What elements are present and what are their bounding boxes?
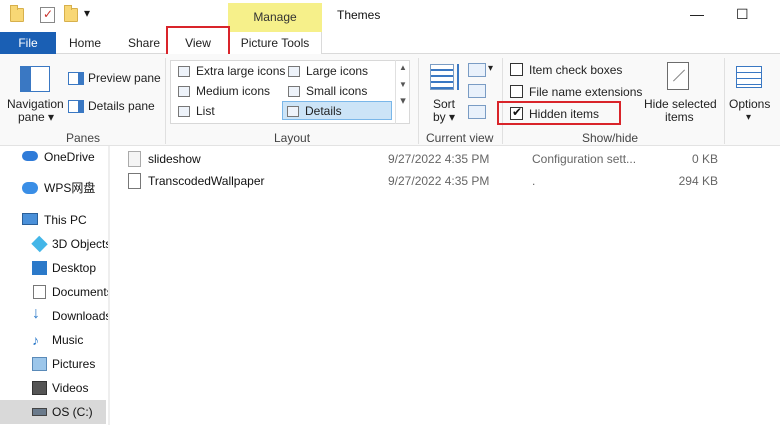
pictures-icon bbox=[32, 357, 47, 371]
config-file-icon bbox=[128, 151, 141, 167]
sort-arrow-icon bbox=[457, 64, 459, 90]
size-columns-to-fit-icon[interactable] bbox=[468, 105, 486, 119]
ribbon-tabs bbox=[0, 32, 780, 54]
group-divider bbox=[418, 58, 419, 144]
extra-large-icons-icon bbox=[178, 66, 190, 77]
3d-objects-icon bbox=[31, 235, 48, 253]
nav-item-videos[interactable]: Videos bbox=[0, 376, 108, 400]
file-name: TranscodedWallpaper bbox=[148, 174, 265, 188]
options-button[interactable]: Options bbox=[729, 98, 770, 111]
folder-icon[interactable] bbox=[64, 5, 78, 22]
file-date: 9/27/2022 4:35 PM bbox=[388, 174, 490, 188]
nav-item-documents[interactable]: Documents bbox=[0, 280, 108, 304]
layout-small-icons[interactable]: Small icons bbox=[284, 82, 367, 101]
file-name-extensions-checkbox[interactable] bbox=[510, 85, 523, 98]
group-divider bbox=[724, 58, 725, 144]
quick-access-dropdown[interactable]: ▾ bbox=[84, 6, 90, 20]
folder-icon[interactable] bbox=[10, 5, 24, 22]
music-icon: ♪ bbox=[32, 332, 39, 348]
group-divider bbox=[165, 58, 166, 144]
wps-cloud-icon bbox=[22, 182, 38, 194]
options-dropdown[interactable]: ▾ bbox=[746, 111, 751, 124]
nav-item-os-c[interactable]: OS (C:) bbox=[0, 400, 106, 424]
layout-list[interactable]: List bbox=[174, 102, 215, 121]
maximize-button[interactable]: ☐ bbox=[736, 6, 749, 23]
window-title: Themes bbox=[337, 8, 381, 22]
layout-gallery-scrollbar[interactable]: ▲ ▼ ▾ bbox=[395, 60, 410, 124]
details-pane-icon[interactable] bbox=[68, 100, 84, 113]
small-icons-icon bbox=[288, 86, 300, 97]
layout-extra-large-icons[interactable]: Extra large icons bbox=[174, 62, 285, 81]
nav-item-3d-objects[interactable]: 3D Objects bbox=[0, 232, 108, 256]
properties-icon[interactable] bbox=[40, 7, 55, 23]
current-view-group-label: Current view bbox=[426, 131, 494, 145]
hide-selected-items-icon[interactable] bbox=[667, 62, 689, 90]
sort-by-button-line2[interactable]: by ▾ bbox=[433, 111, 455, 124]
navigation-pane-icon[interactable] bbox=[20, 66, 50, 92]
large-icons-icon bbox=[288, 66, 300, 77]
minimize-button[interactable]: — bbox=[690, 6, 704, 22]
nav-item-downloads[interactable]: ↓ Downloads bbox=[0, 304, 108, 328]
layout-medium-icons[interactable]: Medium icons bbox=[174, 82, 270, 101]
group-by-icon[interactable] bbox=[468, 63, 486, 77]
item-check-boxes-label: Item check boxes bbox=[529, 63, 623, 77]
nav-pane-scrollbar[interactable] bbox=[108, 146, 110, 425]
preview-pane-icon[interactable] bbox=[68, 72, 84, 85]
nav-item-wps[interactable]: WPS网盘 bbox=[0, 176, 108, 200]
file-name: slideshow bbox=[148, 152, 201, 166]
tab-picture-tools[interactable]: Picture Tools bbox=[228, 32, 322, 54]
navigation-pane-button-line2[interactable]: pane ▾ bbox=[18, 111, 54, 124]
sort-by-icon[interactable] bbox=[430, 64, 454, 90]
preview-pane-button[interactable]: Preview pane bbox=[88, 72, 161, 85]
gallery-more[interactable]: ▾ bbox=[396, 94, 410, 107]
file-size: 0 KB bbox=[691, 152, 718, 166]
details-icon bbox=[287, 106, 299, 117]
file-row[interactable]: TranscodedWallpaper 9/27/2022 4:35 PM . … bbox=[128, 170, 728, 192]
add-columns-icon[interactable] bbox=[468, 84, 486, 98]
show-hide-group-label: Show/hide bbox=[582, 131, 639, 145]
tab-share[interactable]: Share bbox=[128, 32, 160, 54]
nav-item-desktop[interactable]: Desktop bbox=[0, 256, 108, 280]
title-bar bbox=[0, 0, 780, 32]
tab-view[interactable]: View bbox=[166, 26, 230, 56]
computer-icon bbox=[22, 213, 38, 225]
item-check-boxes-checkbox[interactable] bbox=[510, 63, 523, 76]
window-edge bbox=[774, 0, 780, 425]
layout-group-label: Layout bbox=[274, 131, 311, 145]
file-icon bbox=[128, 173, 141, 189]
panes-group-label: Panes bbox=[66, 131, 101, 145]
hide-selected-items-button-line2[interactable]: items bbox=[665, 111, 694, 124]
downloads-icon: ↓ bbox=[32, 305, 40, 322]
gallery-scroll-down[interactable]: ▼ bbox=[396, 80, 410, 89]
file-type: Configuration sett... bbox=[532, 152, 637, 166]
nav-item-onedrive[interactable]: OneDrive bbox=[0, 145, 108, 169]
onedrive-cloud-icon bbox=[22, 151, 38, 161]
desktop-icon bbox=[32, 261, 47, 275]
details-pane-button[interactable]: Details pane bbox=[88, 100, 155, 113]
nav-item-music[interactable]: ♪ Music bbox=[0, 328, 108, 352]
group-by-dropdown[interactable]: ▾ bbox=[488, 62, 493, 75]
file-type: . bbox=[532, 174, 536, 188]
file-row[interactable]: slideshow 9/27/2022 4:35 PM Configuratio… bbox=[128, 148, 728, 170]
tab-home[interactable]: Home bbox=[69, 32, 101, 54]
layout-large-icons[interactable]: Large icons bbox=[284, 62, 368, 81]
file-date: 9/27/2022 4:35 PM bbox=[388, 152, 490, 166]
tab-file[interactable]: File bbox=[0, 32, 56, 54]
nav-item-pictures[interactable]: Pictures bbox=[0, 352, 108, 376]
list-icon bbox=[178, 106, 190, 117]
videos-icon bbox=[32, 381, 47, 395]
nav-item-this-pc[interactable]: This PC bbox=[0, 208, 108, 232]
gallery-scroll-up[interactable]: ▲ bbox=[396, 63, 410, 72]
file-size: 294 KB bbox=[678, 174, 718, 188]
file-name-extensions-label: File name extensions bbox=[529, 85, 643, 99]
documents-icon bbox=[33, 285, 46, 299]
hidden-items-highlight bbox=[497, 101, 621, 125]
options-icon[interactable] bbox=[736, 66, 762, 88]
layout-details[interactable]: Details bbox=[282, 101, 392, 120]
drive-icon bbox=[32, 408, 47, 416]
manage-context-tab[interactable]: Manage bbox=[228, 3, 322, 32]
medium-icons-icon bbox=[178, 86, 190, 97]
